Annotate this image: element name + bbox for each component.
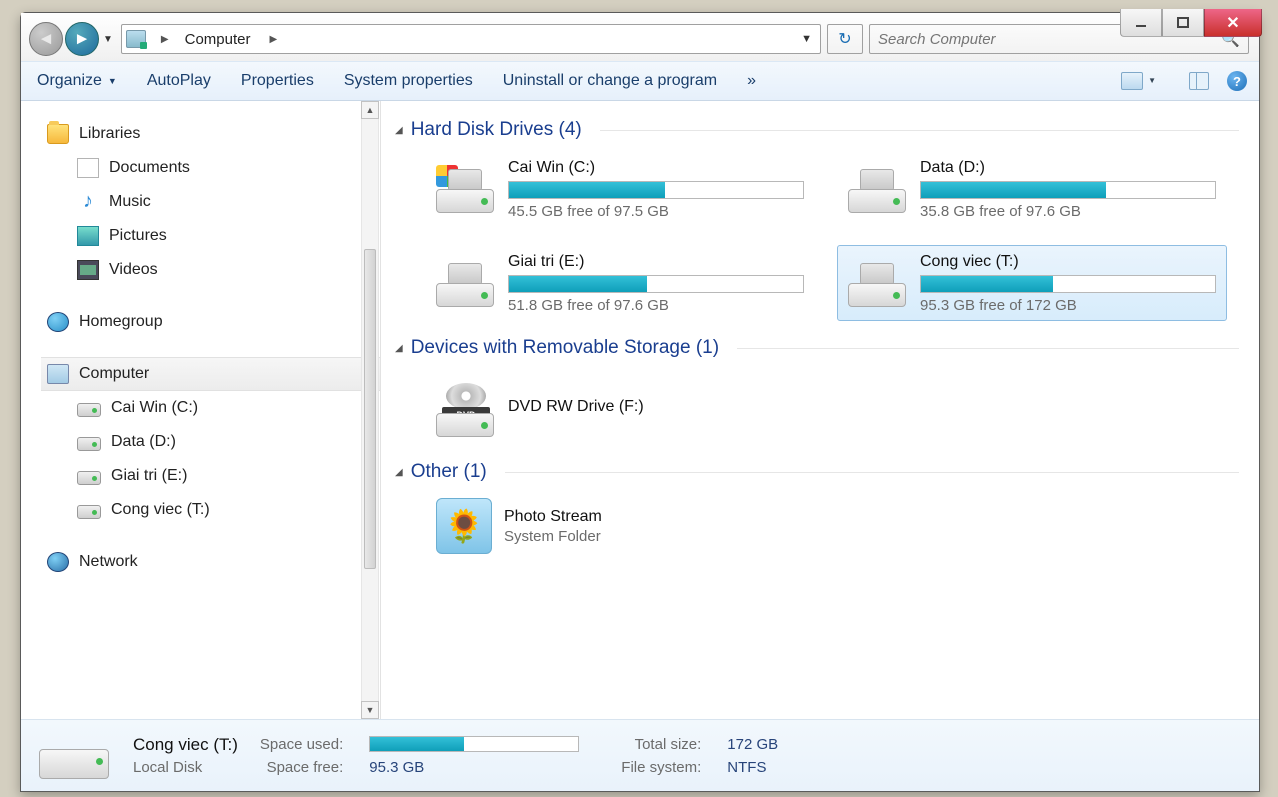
organize-menu[interactable]: Organize▼ — [37, 72, 117, 90]
details-pane: Cong viec (T:) Local Disk Space used: Sp… — [21, 719, 1259, 791]
scroll-track[interactable] — [361, 119, 379, 701]
forward-button[interactable]: ► — [65, 22, 99, 56]
sidebar-item-drive-t[interactable]: Cong viec (T:) — [41, 493, 380, 527]
sidebar-item-videos[interactable]: Videos — [41, 253, 380, 287]
address-dropdown[interactable]: ▼ — [793, 33, 820, 45]
hard-drive-icon — [436, 259, 496, 307]
properties-button[interactable]: Properties — [241, 72, 314, 90]
sidebar-item-homegroup[interactable]: Homegroup — [41, 305, 380, 339]
capacity-bar — [920, 275, 1216, 293]
collapse-icon: ◢ — [395, 467, 403, 478]
drive-icon — [77, 471, 101, 485]
explorer-window: ✕ ◄ ► ▼ ▶ Computer ▶ ▼ ↻ 🔍 Organize▼ Aut… — [20, 12, 1260, 792]
drive-tile-0[interactable]: Cai Win (C:)45.5 GB free of 97.5 GB — [425, 151, 815, 227]
refresh-button[interactable]: ↻ — [827, 24, 863, 54]
drive-icon — [77, 403, 101, 417]
window-controls: ✕ — [1120, 9, 1262, 37]
back-button[interactable]: ◄ — [29, 22, 63, 56]
hard-drive-icon — [436, 165, 496, 213]
address-bar[interactable]: ▶ Computer ▶ ▼ — [121, 24, 821, 54]
chevron-right-icon: ▶ — [161, 34, 169, 45]
capacity-bar — [920, 181, 1216, 199]
sidebar-item-computer[interactable]: Computer — [41, 357, 380, 391]
help-button[interactable]: ? — [1227, 71, 1247, 91]
document-icon — [77, 158, 99, 178]
dvd-drive-tile[interactable]: DVD DVD RW Drive (F:) — [425, 369, 815, 445]
scroll-thumb[interactable] — [364, 249, 376, 569]
view-options-button[interactable] — [1121, 72, 1143, 90]
photo-stream-icon: 🌻 — [436, 498, 492, 554]
chevron-right-icon: ▶ — [269, 34, 277, 45]
navigation-pane: Libraries Documents ♪Music Pictures Vide… — [21, 101, 381, 719]
drive-icon — [77, 505, 101, 519]
command-bar: Organize▼ AutoPlay Properties System pro… — [21, 61, 1259, 101]
drive-tile-1[interactable]: Data (D:)35.8 GB free of 97.6 GB — [837, 151, 1227, 227]
details-drive-name: Cong viec (T:) — [133, 735, 238, 755]
system-properties-button[interactable]: System properties — [344, 72, 473, 90]
section-other[interactable]: ◢ Other (1) — [395, 461, 1239, 483]
sidebar-scrollbar[interactable]: ▲ ▼ — [360, 101, 380, 719]
history-dropdown[interactable]: ▼ — [101, 34, 115, 45]
sidebar-item-drive-d[interactable]: Data (D:) — [41, 425, 380, 459]
sidebar-item-libraries[interactable]: Libraries — [41, 117, 380, 151]
minimize-button[interactable] — [1120, 9, 1162, 37]
scroll-up-button[interactable]: ▲ — [361, 101, 379, 119]
breadcrumb-computer[interactable]: Computer — [177, 25, 259, 53]
drive-icon — [77, 437, 101, 451]
close-button[interactable]: ✕ — [1204, 9, 1262, 37]
collapse-icon: ◢ — [395, 125, 403, 136]
navigation-bar: ◄ ► ▼ ▶ Computer ▶ ▼ ↻ 🔍 — [21, 13, 1259, 61]
uninstall-program-button[interactable]: Uninstall or change a program — [503, 72, 717, 90]
sidebar-item-network[interactable]: Network — [41, 545, 380, 579]
section-hard-disk-drives[interactable]: ◢ Hard Disk Drives (4) — [395, 119, 1239, 141]
hard-drive-icon — [848, 165, 908, 213]
music-icon: ♪ — [77, 192, 99, 212]
section-removable-storage[interactable]: ◢ Devices with Removable Storage (1) — [395, 337, 1239, 359]
toolbar-overflow[interactable]: » — [747, 72, 756, 90]
drive-icon — [39, 733, 111, 779]
computer-icon — [47, 364, 69, 384]
capacity-bar — [508, 275, 804, 293]
maximize-button[interactable] — [1162, 9, 1204, 37]
dvd-drive-icon: DVD — [436, 383, 496, 431]
details-drive-type: Local Disk — [133, 759, 238, 776]
homegroup-icon — [47, 312, 69, 332]
pictures-icon — [77, 226, 99, 246]
drive-tile-2[interactable]: Giai tri (E:)51.8 GB free of 97.6 GB — [425, 245, 815, 321]
sidebar-item-pictures[interactable]: Pictures — [41, 219, 380, 253]
photo-stream-tile[interactable]: 🌻 Photo Stream System Folder — [425, 493, 815, 559]
sidebar-item-music[interactable]: ♪Music — [41, 185, 380, 219]
sidebar-item-drive-c[interactable]: Cai Win (C:) — [41, 391, 380, 425]
drive-tile-3[interactable]: Cong viec (T:)95.3 GB free of 172 GB — [837, 245, 1227, 321]
hard-drive-icon — [848, 259, 908, 307]
details-space-bar — [369, 736, 579, 752]
capacity-bar — [508, 181, 804, 199]
folder-icon — [47, 124, 69, 144]
autoplay-button[interactable]: AutoPlay — [147, 72, 211, 90]
computer-icon — [126, 30, 146, 48]
preview-pane-button[interactable] — [1189, 72, 1209, 90]
network-icon — [47, 552, 69, 572]
sidebar-item-drive-e[interactable]: Giai tri (E:) — [41, 459, 380, 493]
content-pane: ◢ Hard Disk Drives (4) Cai Win (C:)45.5 … — [381, 101, 1259, 719]
collapse-icon: ◢ — [395, 343, 403, 354]
sidebar-item-documents[interactable]: Documents — [41, 151, 380, 185]
videos-icon — [77, 260, 99, 280]
scroll-down-button[interactable]: ▼ — [361, 701, 379, 719]
